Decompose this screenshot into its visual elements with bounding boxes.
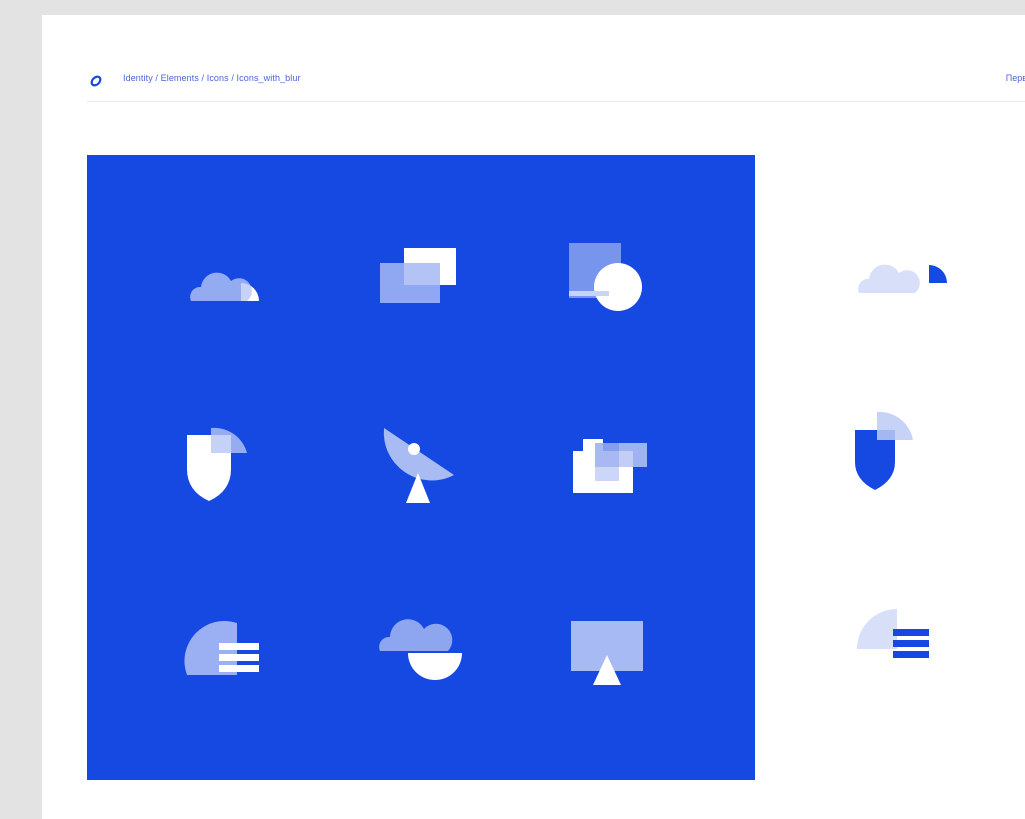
language-link[interactable]: Перв — [1006, 73, 1025, 83]
blue-icon-panel — [87, 155, 755, 780]
square-circle-icon — [563, 233, 663, 333]
artboard: Identity / Elements / Icons / Icons_with… — [42, 15, 1025, 819]
shield-icon — [179, 413, 279, 513]
cloud-bowl-icon — [374, 603, 474, 703]
breadcrumb[interactable]: Identity / Elements / Icons / Icons_with… — [123, 73, 301, 83]
shield-icon — [847, 410, 947, 510]
pie-list-icon — [847, 605, 947, 705]
cloud-pie-icon — [847, 233, 947, 333]
satellite-dish-icon — [374, 413, 474, 513]
cloud-pie-icon — [179, 233, 279, 333]
stacked-windows-icon — [374, 233, 474, 333]
pie-list-icon — [179, 603, 279, 703]
header-bar: Identity / Elements / Icons / Icons_with… — [87, 71, 1025, 102]
camera-squares-icon — [563, 413, 663, 513]
logo-icon[interactable] — [87, 71, 107, 91]
screen-triangle-icon — [563, 603, 663, 703]
